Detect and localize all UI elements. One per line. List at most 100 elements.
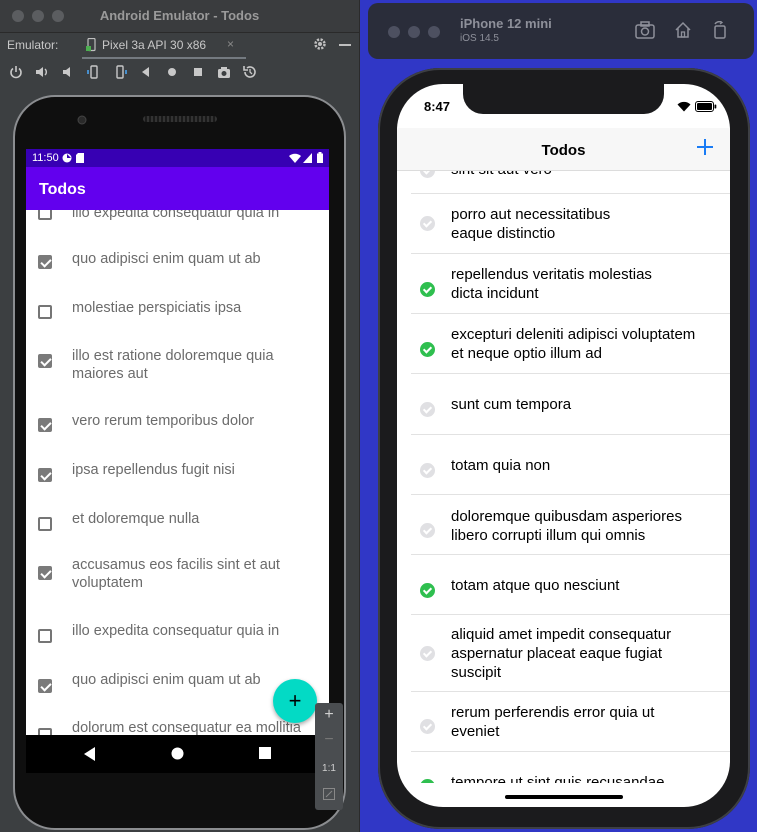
check-icon[interactable] [420, 282, 435, 297]
cell-signal-icon [303, 153, 312, 163]
todo-checkbox[interactable] [38, 210, 52, 220]
todo-text: illo expedita consequatur quia in [72, 210, 280, 221]
nav-home-icon[interactable] [171, 747, 184, 760]
todo-text: accusamus eos facilis sint et aut volupt… [72, 557, 280, 591]
check-icon[interactable] [420, 216, 435, 231]
todo-checkbox[interactable] [38, 305, 52, 319]
tab-device[interactable]: Pixel 3a API 30 x86 × [82, 33, 246, 59]
status-time: 8:47 [424, 99, 451, 114]
wifi-icon [289, 153, 301, 163]
todo-text: illo est ratione doloremque quia maiores… [72, 348, 274, 382]
check-icon[interactable] [420, 646, 435, 661]
rotate-left-icon[interactable] [86, 64, 102, 80]
list-item[interactable]: sint sit aut vero [411, 171, 730, 194]
todo-text: quo adipisci enim quam ut ab [72, 251, 261, 267]
add-todo-fab[interactable]: + [273, 679, 317, 723]
todo-text: doloremque quibusdam asperiores libero c… [451, 508, 682, 544]
check-icon[interactable] [420, 583, 435, 598]
todo-text: totam quia non [451, 457, 551, 474]
todo-text: ipsa repellendus fugit nisi [72, 462, 235, 478]
todo-checkbox[interactable] [38, 566, 52, 580]
phone-device-icon [86, 38, 96, 52]
todo-text: tempore ut sint quis recusandae [451, 774, 665, 783]
list-item[interactable]: excepturi deleniti adipisci voluptatem e… [411, 314, 730, 374]
zoom-actual-size-button[interactable]: 1:1 [315, 763, 343, 774]
list-item[interactable]: repellendus veritatis molestias dicta in… [411, 254, 730, 314]
rotate-icon[interactable] [712, 21, 728, 39]
home-icon[interactable] [164, 64, 180, 80]
check-icon[interactable] [420, 779, 435, 783]
back-icon[interactable] [138, 64, 154, 80]
camera-icon[interactable] [216, 64, 232, 80]
minimize-window-button[interactable] [408, 26, 420, 38]
page-title: Todos [541, 142, 586, 159]
window-title: Android Emulator - Todos [99, 8, 260, 23]
power-icon[interactable] [8, 64, 24, 80]
check-icon[interactable] [420, 342, 435, 357]
android-screen: 11:50 Todos illo expedita consequatur qu… [26, 149, 329, 735]
rotate-right-icon[interactable] [112, 64, 128, 80]
todo-checkbox[interactable] [38, 255, 52, 269]
ios-todo-list[interactable]: sint sit aut vero porro aut necessitatib… [397, 171, 730, 783]
zoom-controls: + − 1:1 [315, 703, 343, 810]
todo-checkbox[interactable] [38, 728, 52, 735]
list-item[interactable]: aliquid amet impedit consequatur asperna… [411, 615, 730, 692]
list-item[interactable]: totam atque quo nesciunt [411, 555, 730, 615]
todo-checkbox[interactable] [38, 629, 52, 643]
check-icon[interactable] [420, 719, 435, 734]
status-time: 11:50 [32, 152, 59, 164]
check-icon[interactable] [420, 463, 435, 478]
ios-simulator-titlebar[interactable]: iPhone 12 mini iOS 14.5 [368, 3, 754, 59]
todo-text: vero rerum temporibus dolor [72, 413, 255, 429]
fit-screen-icon[interactable] [323, 788, 335, 800]
todo-checkbox[interactable] [38, 517, 52, 531]
todo-text: quo adipisci enim quam ut ab [72, 672, 261, 688]
emulator-toolbar [0, 60, 359, 84]
todo-text: porro aut necessitatibus eaque distincti… [451, 206, 611, 242]
todo-checkbox[interactable] [38, 418, 52, 432]
list-item[interactable]: rerum perferendis error quia ut eveniet [411, 692, 730, 752]
home-icon[interactable] [674, 21, 692, 39]
todo-checkbox[interactable] [38, 354, 52, 368]
todo-text: molestiae perspiciatis ipsa [72, 300, 242, 316]
add-todo-button[interactable] [696, 138, 714, 156]
device-name: iPhone 12 mini [460, 16, 552, 31]
nav-recents-icon[interactable] [259, 747, 271, 759]
gear-icon[interactable] [313, 37, 327, 51]
list-item[interactable]: porro aut necessitatibus eaque distincti… [411, 194, 730, 254]
android-window-titlebar[interactable]: Android Emulator - Todos [0, 0, 359, 33]
speaker-grille [143, 116, 217, 122]
zoom-out-button[interactable]: − [315, 731, 343, 749]
android-emulator-window: Android Emulator - Todos Emulator: Pixel… [0, 0, 360, 832]
close-window-button[interactable] [388, 26, 400, 38]
ios-screen: 8:47 Todos sint sit aut vero porro aut n… [397, 84, 730, 807]
todo-checkbox[interactable] [38, 468, 52, 482]
zoom-in-button[interactable]: + [315, 706, 343, 724]
sd-card-icon [76, 153, 84, 163]
todo-checkbox[interactable] [38, 679, 52, 693]
screenshot-icon[interactable] [635, 21, 655, 39]
battery-icon [317, 152, 323, 163]
list-item[interactable]: sunt cum tempora [411, 374, 730, 435]
list-item[interactable]: totam quia non [411, 435, 730, 495]
home-indicator[interactable] [505, 795, 623, 799]
todo-text: excepturi deleniti adipisci voluptatem e… [451, 326, 696, 362]
minimize-panel-icon[interactable] [339, 44, 351, 46]
volume-down-icon[interactable] [60, 64, 76, 80]
android-nav-bar [26, 735, 329, 773]
zoom-window-button[interactable] [428, 26, 440, 38]
todo-text: rerum perferendis error quia ut eveniet [451, 704, 655, 740]
volume-up-icon[interactable] [34, 64, 50, 80]
close-tab-icon[interactable]: × [227, 37, 234, 51]
android-todo-list[interactable]: illo expedita consequatur quia in quo ad… [26, 210, 329, 735]
check-icon[interactable] [420, 523, 435, 538]
list-item[interactable]: doloremque quibusdam asperiores libero c… [411, 495, 730, 555]
check-icon[interactable] [420, 171, 435, 178]
check-icon[interactable] [420, 402, 435, 417]
wifi-icon [677, 101, 691, 112]
overview-icon[interactable] [190, 64, 206, 80]
snapshot-icon[interactable] [242, 64, 258, 80]
nav-back-icon[interactable] [84, 747, 96, 761]
emulator-label: Emulator: [7, 38, 59, 52]
list-item[interactable]: tempore ut sint quis recusandae [411, 752, 730, 783]
